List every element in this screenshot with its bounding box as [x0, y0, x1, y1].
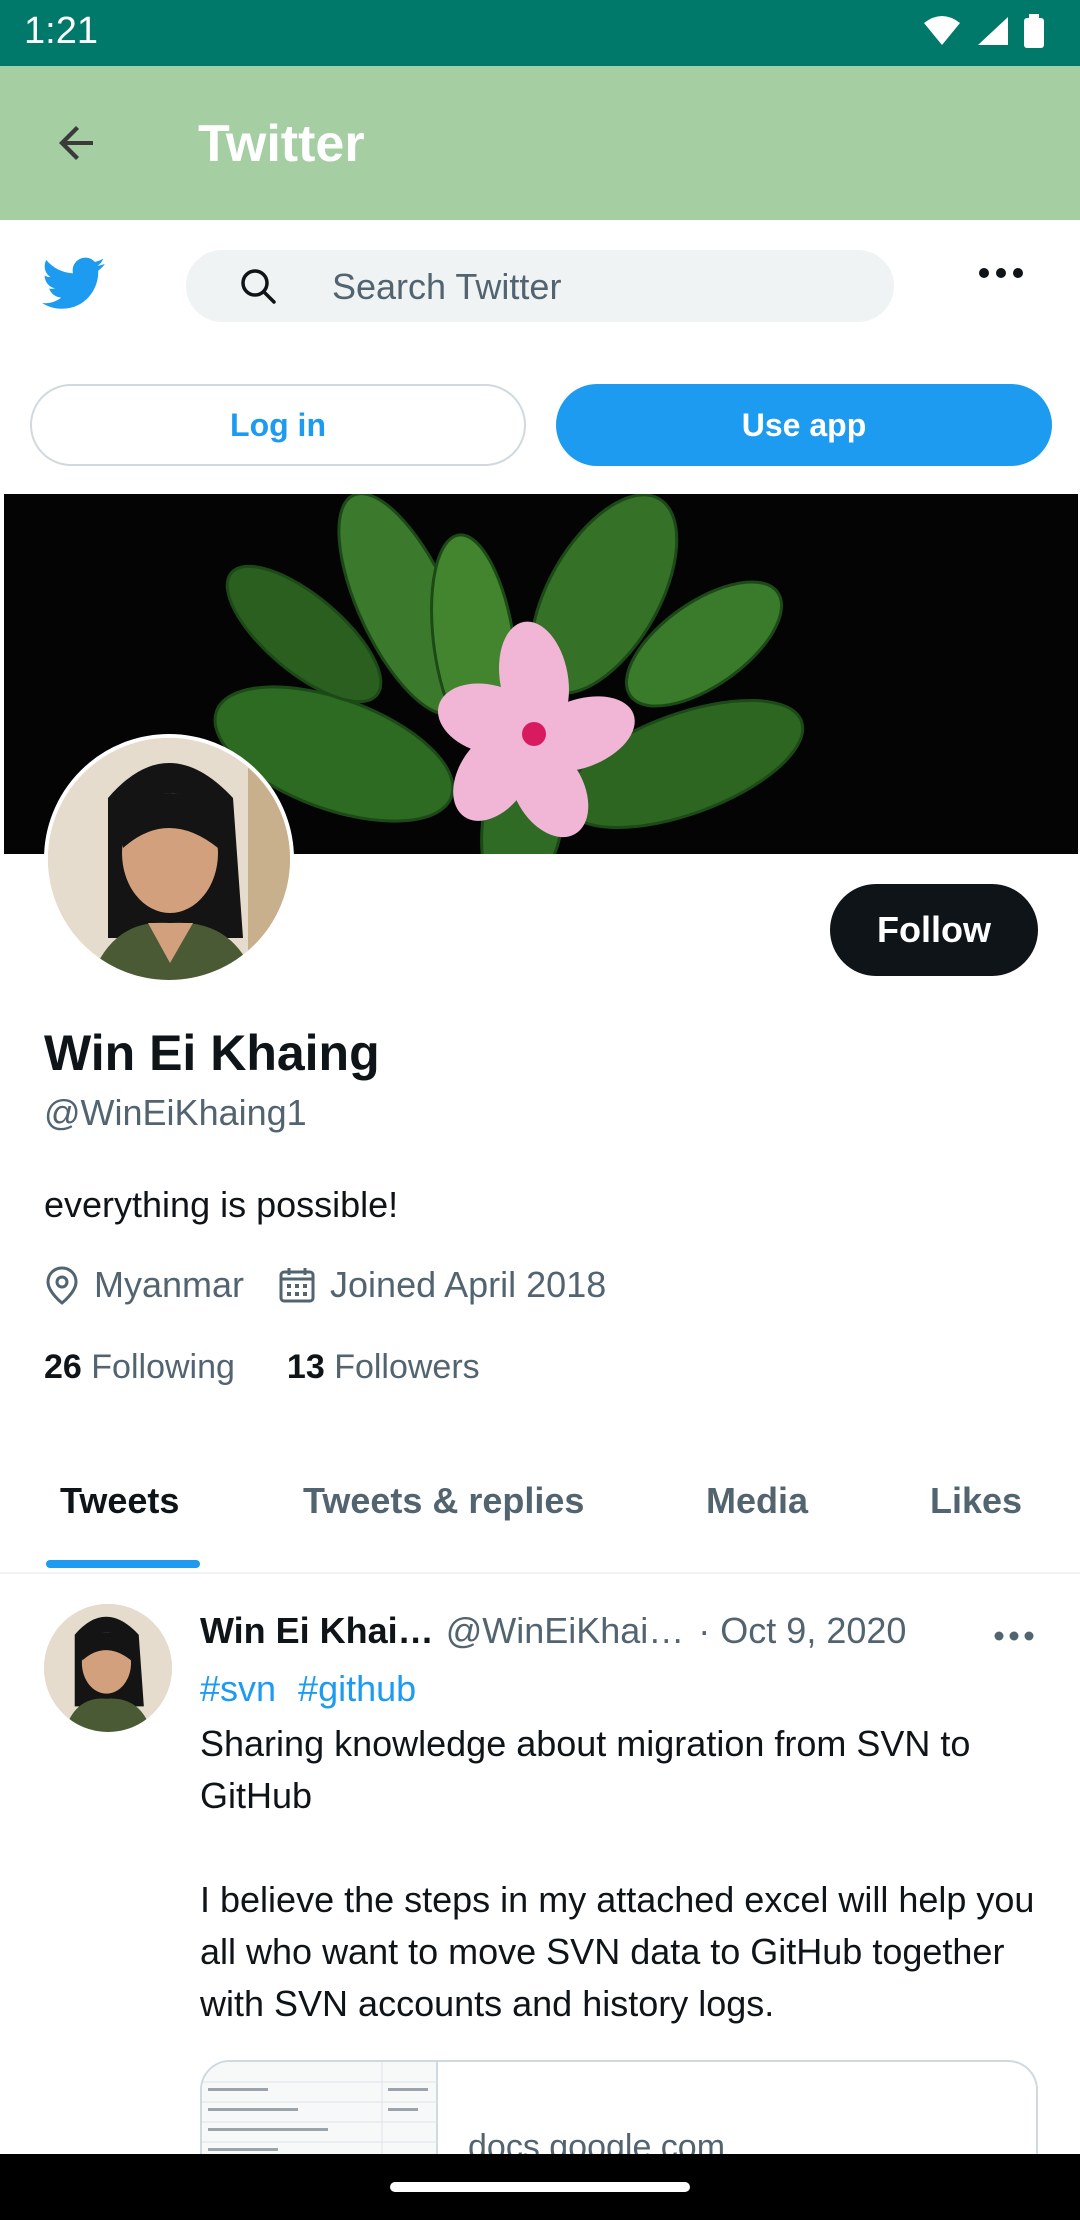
status-icons [922, 14, 1044, 48]
hashtag-link[interactable]: #svn [200, 1668, 276, 1710]
wifi-icon [924, 16, 960, 45]
profile-tabs: Tweets Tweets & replies Media Likes [0, 1430, 1080, 1574]
calendar-icon [279, 1268, 315, 1303]
following-label: Following [91, 1348, 235, 1386]
location-pin-icon [46, 1266, 78, 1305]
profile-handle: @WinEiKhaing1 [44, 1092, 307, 1133]
following-link[interactable]: 26 Following [44, 1348, 235, 1387]
profile-avatar[interactable] [44, 734, 294, 984]
followers-label: Followers [334, 1348, 480, 1386]
tweet-date[interactable]: Oct 9, 2020 [720, 1610, 906, 1652]
twitter-bird-icon[interactable] [42, 256, 106, 317]
more-horizontal-icon [994, 1631, 1034, 1641]
profile-bio: everything is possible! [44, 1184, 399, 1225]
tab-tweets[interactable]: Tweets [60, 1480, 179, 1522]
profile-meta: Myanmar Joined April 2018 [44, 1264, 640, 1306]
use-app-button[interactable]: Use app [556, 384, 1052, 466]
location-item: Myanmar [44, 1264, 244, 1306]
battery-icon [1024, 14, 1044, 48]
home-gesture-handle[interactable] [390, 2182, 690, 2192]
arrow-left-icon [59, 126, 93, 160]
search-placeholder: Search Twitter [332, 266, 562, 307]
tweet-avatar-image [44, 1604, 172, 1732]
back-button[interactable] [44, 110, 110, 176]
tweet-paragraph: Sharing knowledge about migration from S… [200, 1723, 971, 1816]
status-time: 1:21 [24, 10, 98, 52]
tweet-header: Win Ei Khai… @WinEiKhai… · Oct 9, 2020 [200, 1610, 906, 1652]
more-options-button[interactable] [978, 266, 1024, 284]
following-count: 26 [44, 1348, 82, 1386]
search-input[interactable]: Search Twitter [186, 250, 894, 322]
signal-icon [978, 17, 1008, 45]
tweet-more-button[interactable] [994, 1628, 1034, 1646]
followers-count: 13 [286, 1348, 325, 1386]
joined-item: Joined April 2018 [278, 1264, 606, 1306]
tweet-separator: · [698, 1610, 711, 1651]
app-bar: Twitter [0, 66, 1080, 220]
system-nav-bar [0, 2154, 1080, 2220]
login-button[interactable]: Log in [30, 384, 526, 466]
status-bar: 1:21 [0, 0, 1080, 66]
tweet-text: Sharing knowledge about migration from S… [200, 1718, 1040, 2082]
follow-counts: 26 Following 13 Followers [44, 1348, 532, 1387]
more-horizontal-icon [979, 268, 1023, 278]
hashtag-link[interactable]: #github [298, 1668, 416, 1710]
tweet-author-name[interactable]: Win Ei Khai… [200, 1610, 434, 1652]
tweet[interactable]: Win Ei Khai… @WinEiKhai… · Oct 9, 2020 #… [0, 1574, 1080, 2210]
follow-button[interactable]: Follow [830, 884, 1038, 976]
tab-tweets-replies[interactable]: Tweets & replies [303, 1480, 584, 1522]
tab-media[interactable]: Media [706, 1480, 808, 1522]
twitter-header: Search Twitter [0, 220, 1080, 360]
joined-text: Joined April 2018 [330, 1264, 607, 1305]
tweet-author-handle[interactable]: @WinEiKhai… [446, 1610, 685, 1652]
active-tab-indicator [46, 1560, 200, 1568]
display-name: Win Ei Khaing [44, 1025, 380, 1081]
tweet-paragraph: I believe the steps in my attached excel… [200, 1879, 1035, 2024]
app-title: Twitter [198, 115, 365, 173]
followers-link[interactable]: 13 Followers [287, 1348, 480, 1387]
search-icon [241, 269, 276, 304]
tab-likes[interactable]: Likes [930, 1480, 1022, 1522]
location-text: Myanmar [94, 1264, 245, 1305]
tweet-avatar[interactable] [44, 1604, 172, 1732]
tweet-hashtags: #svn #github [200, 1668, 416, 1710]
avatar-image [48, 738, 290, 980]
